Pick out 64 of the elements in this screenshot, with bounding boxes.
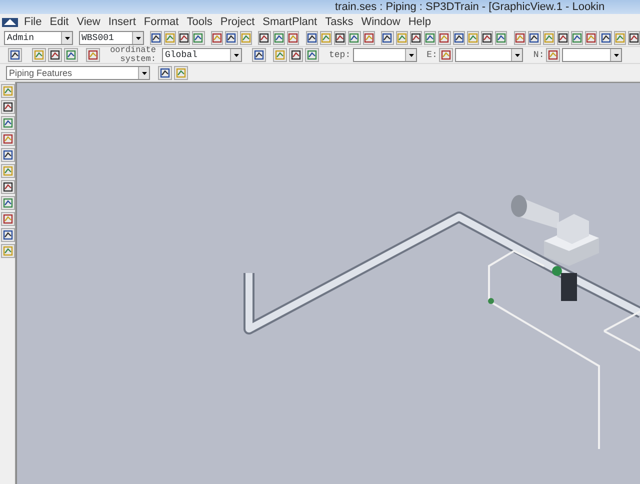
tool-icon[interactable]	[348, 31, 361, 45]
tool-icon[interactable]	[306, 31, 318, 45]
menu-item[interactable]: File	[20, 14, 46, 30]
tool-icon[interactable]	[86, 48, 100, 62]
coordinate-system-combo[interactable]: Global	[162, 48, 242, 62]
tool-icon[interactable]	[158, 66, 172, 80]
menu-item[interactable]: Project	[216, 14, 259, 30]
tool-icon[interactable]	[0, 132, 14, 146]
east-label: E:	[426, 50, 438, 60]
tool-icon[interactable]	[495, 31, 508, 45]
tool-icon[interactable]	[556, 31, 569, 45]
tool-icon[interactable]	[424, 31, 436, 45]
task-combo[interactable]: Piping Features	[6, 66, 150, 80]
tool-icon[interactable]	[289, 48, 303, 62]
tool-icon[interactable]	[585, 31, 598, 45]
tool-icon[interactable]	[150, 31, 162, 45]
menu-item[interactable]: SmartPlant	[258, 14, 322, 30]
tool-icon[interactable]	[178, 31, 190, 45]
tool-icon[interactable]	[0, 212, 14, 226]
tool-icon[interactable]	[452, 31, 465, 45]
tool-icon[interactable]	[286, 31, 300, 45]
tool-icon[interactable]	[258, 31, 271, 45]
tool-icon[interactable]	[211, 31, 224, 45]
tool-icon[interactable]	[0, 196, 14, 210]
tool-icon[interactable]	[305, 48, 319, 62]
tool-icon[interactable]	[334, 31, 346, 45]
tool-icon[interactable]	[0, 148, 14, 162]
tool-icon[interactable]	[528, 31, 540, 45]
tool-icon[interactable]	[0, 228, 14, 242]
tool-icon[interactable]	[8, 48, 22, 62]
window-title: train.ses : Piping : SP3DTrain - [GraphicView.1 - Lookin	[0, 0, 640, 14]
tool-icon[interactable]	[381, 31, 394, 45]
tool-icon[interactable]	[0, 100, 14, 114]
north-label: N:	[533, 50, 544, 60]
tool-icon[interactable]	[0, 116, 14, 130]
tool-icon[interactable]	[439, 48, 454, 62]
menu-item[interactable]: Edit	[46, 14, 73, 30]
menu-item[interactable]: Insert	[104, 14, 140, 30]
tool-icon[interactable]	[410, 31, 422, 45]
tool-icon[interactable]	[481, 31, 494, 45]
tool-icon[interactable]	[570, 31, 584, 45]
menu-item[interactable]: Tools	[182, 14, 216, 30]
menu-item[interactable]: Tasks	[321, 14, 358, 30]
menu-item[interactable]: Format	[140, 14, 183, 30]
tool-icon[interactable]	[225, 31, 238, 45]
tool-icon[interactable]	[272, 31, 285, 45]
menu-item[interactable]: Help	[404, 14, 435, 30]
wbs-combo[interactable]: WBS001	[78, 31, 144, 45]
coordinate-system-label: oordinate system:	[109, 46, 156, 64]
step-label: tep:	[329, 50, 351, 60]
tool-icon[interactable]	[48, 48, 62, 62]
tool-icon[interactable]	[599, 31, 612, 45]
tool-icon[interactable]	[252, 48, 266, 62]
tool-icon[interactable]	[362, 31, 375, 45]
menu-item[interactable]: View	[72, 14, 104, 30]
user-combo[interactable]: Admin	[4, 31, 73, 45]
menu-item[interactable]: Window	[357, 14, 404, 30]
tool-icon[interactable]	[546, 48, 560, 62]
tool-icon[interactable]	[0, 180, 14, 194]
tool-icon[interactable]	[64, 48, 78, 62]
tool-icon[interactable]	[438, 31, 451, 45]
tool-icon[interactable]	[628, 31, 640, 45]
tool-icon[interactable]	[192, 31, 205, 45]
tool-icon[interactable]	[514, 31, 526, 45]
